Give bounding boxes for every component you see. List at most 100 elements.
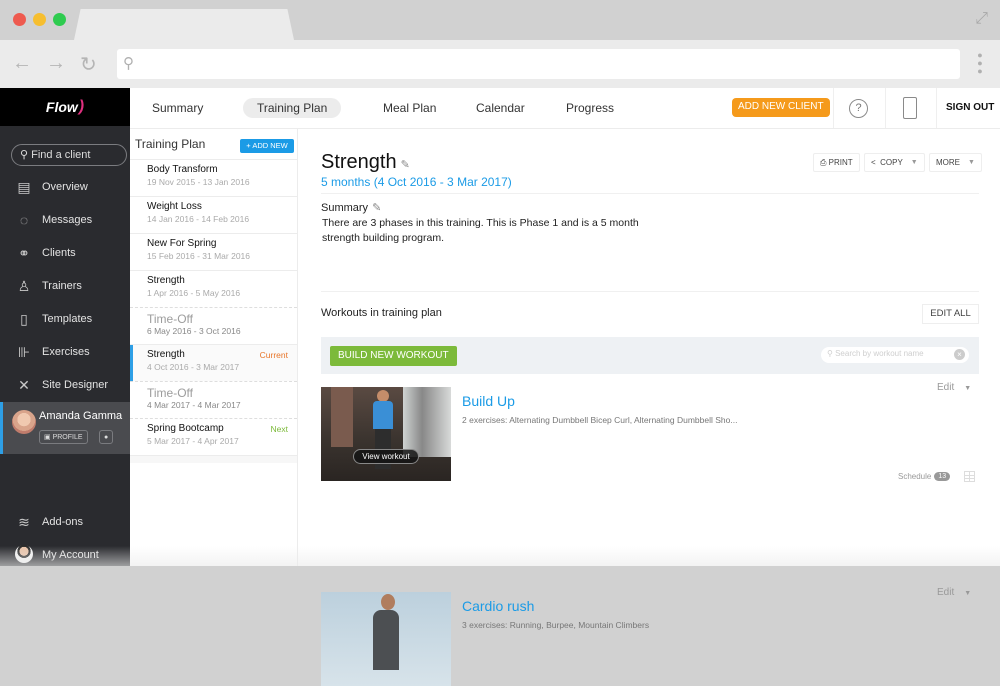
browser-menu-icon[interactable]: ● ● ●: [976, 51, 984, 76]
search-icon: ⚲: [827, 349, 836, 358]
divider: [936, 88, 937, 128]
logo-swirl-icon: ): [78, 98, 85, 115]
sidebar-item-addons[interactable]: ≋ Add-ons: [0, 509, 130, 535]
maximize-window-button[interactable]: [53, 13, 66, 26]
top-navigation: Summary Training Plan Meal Plan Calendar…: [130, 88, 1000, 129]
tab-progress[interactable]: Progress: [552, 98, 628, 118]
plan-detail: Strength ✎ 5 months (4 Oct 2016 - 3 Mar 2…: [299, 129, 1000, 686]
templates-icon: ▯: [20, 310, 28, 327]
plan-dates: 5 Mar 2017 - 4 Apr 2017: [147, 436, 239, 446]
plan-dates: 1 Apr 2016 - 5 May 2016: [147, 288, 241, 298]
print-button[interactable]: ⎙ PRINT: [813, 153, 860, 172]
edit-title-pencil-icon[interactable]: ✎: [401, 159, 410, 171]
thumbnail-runner-head: [381, 594, 395, 610]
tab-training-plan[interactable]: Training Plan: [243, 98, 342, 118]
sidebar-item-label: Messages: [42, 214, 93, 226]
time-off-item[interactable]: Time-Off 4 Mar 2017 - 4 Mar 2017: [130, 381, 297, 418]
more-button[interactable]: MORE ▼: [929, 153, 982, 172]
plan-dates: 14 Jan 2016 - 14 Feb 2016: [147, 214, 250, 224]
tab-calendar[interactable]: Calendar: [462, 98, 539, 118]
plan-dates: 4 Oct 2016 - 3 Mar 2017: [147, 362, 240, 372]
workout-thumbnail[interactable]: [321, 592, 451, 686]
workout-search-input[interactable]: ⚲ Search by workout name ×: [821, 347, 969, 363]
schedule-link[interactable]: Schedule 13: [898, 472, 951, 481]
workout-edit-dropdown[interactable]: Edit ▼: [937, 382, 971, 393]
back-arrow-icon[interactable]: ←: [12, 52, 32, 75]
message-client-button[interactable]: ●: [99, 430, 114, 444]
site-designer-icon: ✕: [18, 376, 30, 393]
sidebar-item-templates[interactable]: ▯ Templates: [0, 306, 130, 332]
sidebar-item-label: Add-ons: [42, 516, 83, 528]
edit-all-button[interactable]: EDIT ALL: [922, 304, 979, 324]
add-new-plan-button[interactable]: + ADD NEW: [240, 139, 294, 153]
profile-button[interactable]: ▣ PROFILE: [39, 430, 88, 444]
plan-list-item[interactable]: Strength 1 Apr 2016 - 5 May 2016: [130, 270, 297, 307]
sidebar-item-trainers[interactable]: ♙ Trainers: [0, 273, 130, 299]
workout-thumbnail[interactable]: View workout: [321, 387, 451, 481]
browser-titlebar: ⤢: [0, 0, 1000, 40]
help-icon[interactable]: ?: [849, 99, 868, 118]
view-workout-button[interactable]: View workout: [353, 449, 419, 464]
edit-summary-pencil-icon[interactable]: ✎: [372, 202, 381, 214]
chevron-down-icon: ▼: [968, 159, 975, 166]
sidebar-item-exercises[interactable]: ⊪ Exercises: [0, 339, 130, 365]
sidebar-item-clients[interactable]: ⚭ Clients: [0, 240, 130, 266]
divider: [885, 88, 886, 128]
calendar-grid-icon[interactable]: [964, 471, 975, 482]
forward-arrow-icon[interactable]: →: [46, 52, 66, 75]
sidebar-item-overview[interactable]: ▤ Overview: [0, 174, 130, 200]
find-client-placeholder: Find a client: [31, 149, 91, 161]
chevron-down-icon: ▼: [964, 385, 972, 392]
plan-name: Time-Off: [147, 386, 194, 400]
workout-name-link[interactable]: Cardio rush: [462, 598, 534, 614]
add-new-client-button[interactable]: ADD NEW CLIENT: [732, 98, 830, 117]
minimize-window-button[interactable]: [33, 13, 46, 26]
sidebar-item-site-designer[interactable]: ✕ Site Designer: [0, 372, 130, 398]
browser-tab[interactable]: [74, 9, 294, 40]
plan-list-item[interactable]: Spring Bootcamp 5 Mar 2017 - 4 Apr 2017 Ne…: [130, 418, 297, 455]
summary-label: Summary ✎: [321, 201, 381, 214]
divider: [321, 291, 979, 292]
divider: [321, 193, 979, 194]
overview-icon: ▤: [17, 178, 31, 195]
find-client-input[interactable]: ⚲ Find a client: [11, 144, 127, 166]
chat-bubble-icon: ●: [104, 433, 109, 441]
build-new-workout-button[interactable]: BUILD NEW WORKOUT: [330, 346, 457, 366]
sidebar-item-messages[interactable]: ◌ Messages: [0, 207, 130, 233]
plan-list-item[interactable]: Body Transform 19 Nov 2015 - 13 Jan 2016: [130, 159, 297, 196]
address-bar[interactable]: ⚲: [117, 49, 960, 79]
workout-name-link[interactable]: Build Up: [462, 393, 515, 409]
close-window-button[interactable]: [13, 13, 26, 26]
plan-dates: 19 Nov 2015 - 13 Jan 2016: [147, 177, 250, 187]
id-card-icon: ▣: [44, 434, 53, 441]
logo-text: Flow: [45, 99, 78, 115]
plan-list-item-selected[interactable]: Strength 4 Oct 2016 - 3 Mar 2017 Current: [130, 344, 297, 382]
summary-label-text: Summary: [321, 202, 369, 214]
workout-edit-dropdown[interactable]: Edit ▼: [937, 587, 971, 598]
exercises-icon: ⊪: [17, 343, 31, 360]
tab-meal-plan[interactable]: Meal Plan: [369, 98, 450, 118]
reload-icon[interactable]: ↻: [80, 52, 97, 77]
plan-name: Time-Off: [147, 312, 194, 326]
tab-summary[interactable]: Summary: [138, 98, 217, 118]
plan-dates: 4 Mar 2017 - 4 Mar 2017: [147, 400, 241, 410]
plan-title: Strength ✎: [321, 151, 410, 174]
fullscreen-icon[interactable]: ⤢: [975, 10, 988, 28]
plan-duration: 5 months (4 Oct 2016 - 3 Mar 2017): [321, 175, 512, 189]
sidebar-item-label: Templates: [42, 313, 93, 325]
sidebar-item-label: Site Designer: [42, 379, 109, 391]
profile-label: PROFILE: [52, 433, 83, 441]
workouts-toolbar: BUILD NEW WORKOUT ⚲ Search by workout na…: [321, 337, 979, 374]
flow-logo[interactable]: Flow): [0, 88, 130, 126]
mobile-device-icon[interactable]: [903, 97, 917, 119]
clear-search-icon[interactable]: ×: [954, 349, 965, 360]
sidebar-item-label: Clients: [42, 247, 76, 259]
plan-name: New For Spring: [147, 238, 217, 249]
sign-out-button[interactable]: SIGN OUT: [946, 102, 994, 113]
plan-list-item[interactable]: Weight Loss 14 Jan 2016 - 14 Feb 2016: [130, 196, 297, 233]
time-off-item[interactable]: Time-Off 6 May 2016 - 3 Oct 2016: [130, 307, 297, 344]
client-profile-card[interactable]: Amanda Gamma ▣ PROFILE ●: [0, 402, 130, 454]
copy-button[interactable]: < COPY ▼: [864, 153, 925, 172]
plan-dates: 6 May 2016 - 3 Oct 2016: [147, 326, 241, 336]
plan-list-item[interactable]: New For Spring 15 Feb 2016 - 31 Mar 2016: [130, 233, 297, 270]
